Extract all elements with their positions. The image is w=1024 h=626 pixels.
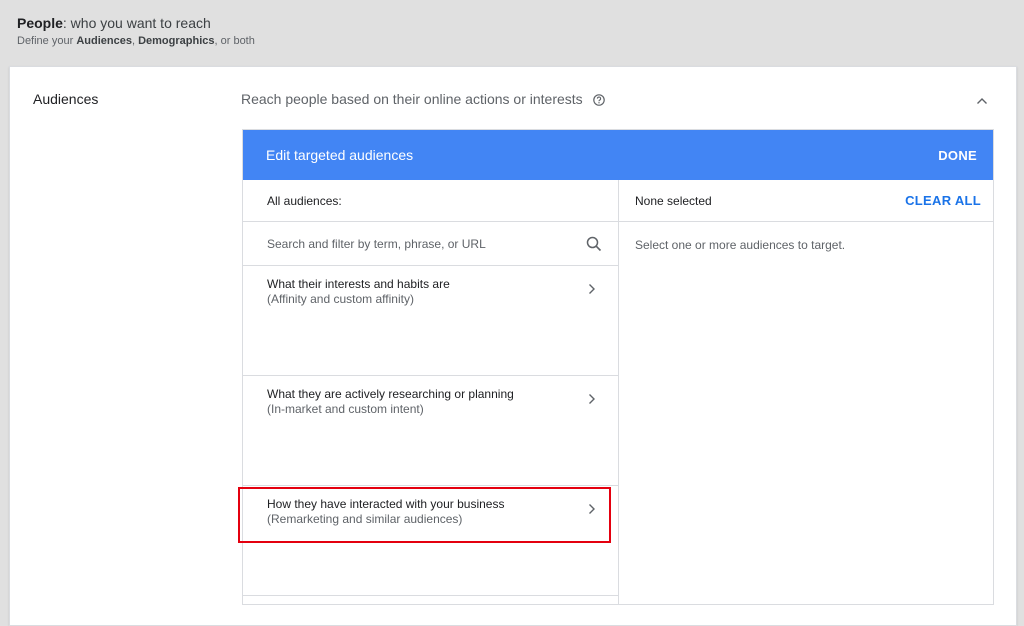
all-audiences-column: All audiences: What their interests and … [238, 180, 619, 604]
clear-all-button[interactable]: CLEAR ALL [905, 193, 981, 208]
search-row [243, 222, 618, 266]
all-audiences-heading: All audiences: [243, 180, 618, 222]
chevron-right-icon [588, 282, 596, 294]
category-interacted-business[interactable]: How they have interacted with your busin… [243, 486, 618, 596]
page-header: People: who you want to reach Define you… [0, 0, 1024, 66]
category-researching-planning[interactable]: What they are actively researching or pl… [243, 376, 618, 486]
none-selected-label: None selected [635, 193, 712, 208]
header-title-rest: : who you want to reach [62, 15, 211, 31]
selected-audiences-column: None selected CLEAR ALL Select one or mo… [619, 180, 993, 604]
subtitle-prefix: Define your [17, 35, 77, 47]
subtitle-suffix: , or both [214, 35, 255, 47]
category-subtitle: (Affinity and custom affinity) [267, 292, 414, 306]
section-description-text: Reach people based on their online actio… [241, 91, 583, 107]
selected-heading: None selected CLEAR ALL [619, 180, 993, 222]
subtitle-demographics: Demographics [138, 35, 215, 47]
chevron-up-icon[interactable] [976, 93, 988, 104]
category-subtitle: (Remarketing and similar audiences) [267, 512, 463, 526]
header-title: People: who you want to reach [17, 14, 1024, 32]
section-label: Audiences [33, 91, 99, 107]
done-button[interactable]: DONE [938, 148, 977, 163]
subtitle-audiences: Audiences [76, 35, 132, 47]
category-title: What their interests and habits are [267, 277, 450, 291]
all-audiences-label: All audiences: [267, 193, 342, 208]
chevron-right-icon [588, 502, 596, 514]
section-description: Reach people based on their online actio… [241, 91, 605, 107]
search-input[interactable] [267, 236, 567, 251]
panel-body: All audiences: What their interests and … [238, 180, 993, 604]
panel-header: Edit targeted audiences DONE [243, 130, 993, 180]
audiences-card: Audiences Reach people based on their on… [9, 66, 1017, 626]
empty-selection-hint: Select one or more audiences to target. [635, 238, 846, 252]
header-title-bold: People [17, 15, 63, 31]
category-title: What they are actively researching or pl… [267, 387, 514, 401]
edit-audiences-panel: Edit targeted audiences DONE All audienc… [238, 129, 994, 605]
category-interests-habits[interactable]: What their interests and habits are (Aff… [243, 266, 618, 376]
header-subtitle: Define your Audiences, Demographics, or … [17, 34, 1024, 48]
search-icon[interactable] [586, 236, 602, 252]
category-subtitle: (In-market and custom intent) [267, 402, 424, 416]
chevron-right-icon [588, 392, 596, 404]
category-title: How they have interacted with your busin… [267, 497, 505, 511]
help-icon[interactable] [592, 93, 605, 106]
panel-title: Edit targeted audiences [266, 147, 414, 163]
